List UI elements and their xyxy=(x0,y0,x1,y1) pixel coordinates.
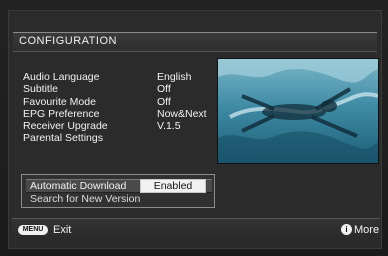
menu-item-epg-preference[interactable]: EPG Preference Now&Next xyxy=(23,108,213,120)
menu-item-value: English xyxy=(157,71,192,83)
menu-button-icon[interactable]: MENU xyxy=(18,225,48,235)
configuration-panel: CONFIGURATION Audio Language English Sub… xyxy=(8,10,382,249)
exit-label: Exit xyxy=(53,224,72,236)
menu-item-label: Favourite Mode xyxy=(23,95,96,108)
automatic-download-panel: Automatic Download Enabled Search for Ne… xyxy=(21,174,215,208)
menu-item-value: Off xyxy=(157,95,171,108)
menu-item-label: Parental Settings xyxy=(23,132,103,145)
swimmer-preview-icon xyxy=(218,59,378,163)
menu-item-parental-settings[interactable]: Parental Settings xyxy=(23,132,213,144)
menu-item-subtitle[interactable]: Subtitle Off xyxy=(23,83,213,95)
automatic-download-label: Automatic Download xyxy=(30,180,127,192)
automatic-download-row[interactable]: Automatic Download Enabled xyxy=(26,179,212,193)
footer-bar: MENU Exit i More xyxy=(12,218,380,241)
more-label: More xyxy=(354,224,380,236)
menu-item-label: EPG Preference xyxy=(23,107,100,120)
menu-item-value: Now&Next xyxy=(157,107,207,120)
automatic-download-value[interactable]: Enabled xyxy=(140,179,206,193)
menu-item-value: Off xyxy=(157,83,171,96)
title-bar: CONFIGURATION xyxy=(13,32,377,52)
menu-item-audio-language[interactable]: Audio Language English xyxy=(23,71,213,83)
screen: CONFIGURATION Audio Language English Sub… xyxy=(0,0,388,256)
menu-item-label: Receiver Upgrade xyxy=(23,120,108,133)
video-preview xyxy=(217,58,379,164)
menu-item-receiver-upgrade[interactable]: Receiver Upgrade V.1.5 xyxy=(23,120,213,132)
page-title: CONFIGURATION xyxy=(19,35,117,47)
menu-item-value: V.1.5 xyxy=(157,120,181,133)
search-new-version-item[interactable]: Search for New Version xyxy=(30,193,140,205)
menu-item-label: Audio Language xyxy=(23,71,100,83)
settings-menu: Audio Language English Subtitle Off Favo… xyxy=(23,71,213,145)
info-icon[interactable]: i xyxy=(341,224,352,235)
menu-item-label: Subtitle xyxy=(23,83,59,96)
menu-item-favourite-mode[interactable]: Favourite Mode Off xyxy=(23,96,213,108)
